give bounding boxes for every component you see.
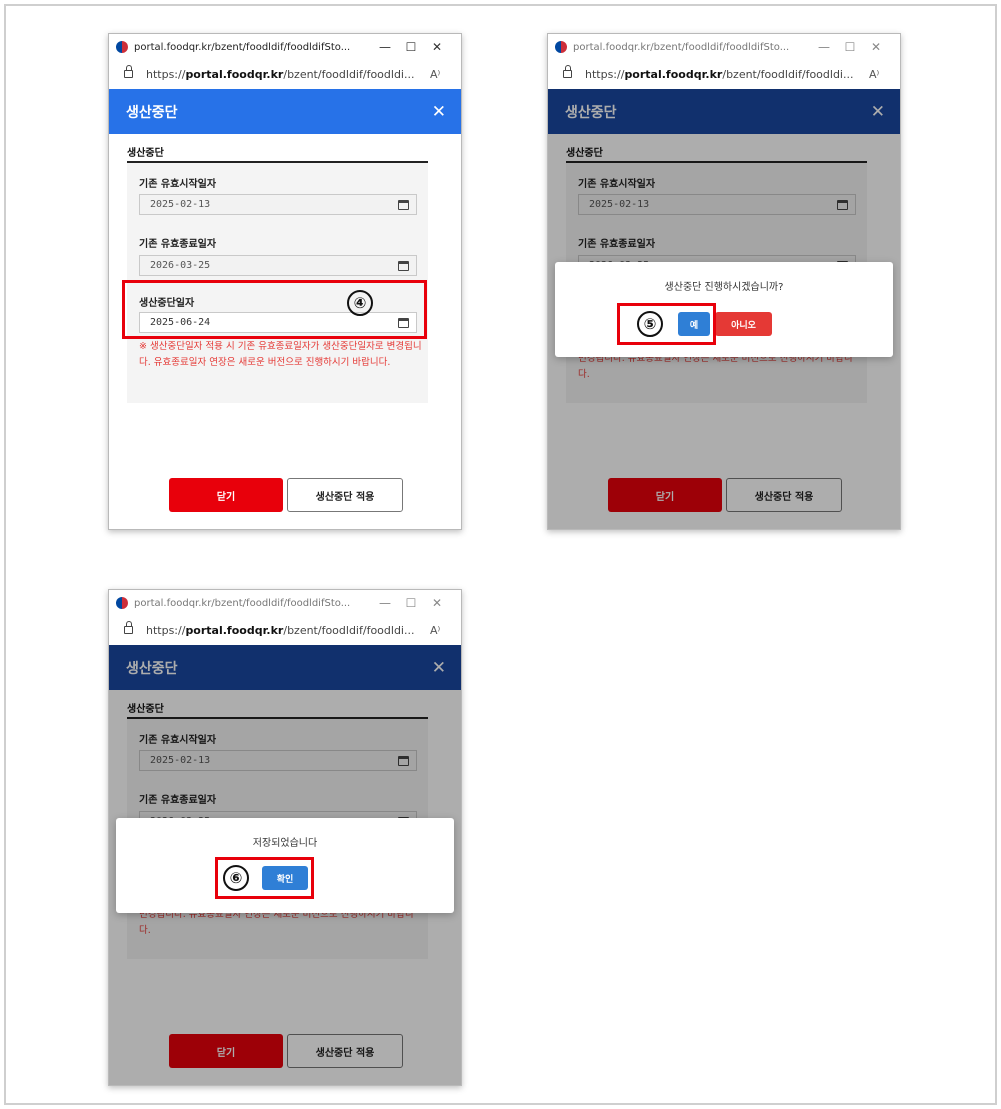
url-text[interactable]: https://portal.foodqr.kr/bzent/foodldif/… [146,624,426,637]
highlight-box-step-5 [617,303,716,345]
maximize-button[interactable]: ☐ [398,40,424,54]
site-favicon-icon [116,41,128,53]
address-bar[interactable]: https://portal.foodqr.kr/bzent/foodldif/… [109,60,461,88]
start-date-field: 2025-02-13 [139,194,417,215]
popup-title: 생산중단 [126,104,178,121]
minimize-button[interactable]: — [811,40,837,54]
popup-window-step-5: portal.foodqr.kr/bzent/foodldif/foodldif… [547,33,901,530]
close-button[interactable]: 닫기 [169,478,283,512]
window-close-button[interactable]: ✕ [424,596,450,610]
start-date-label: 기존 유효시작일자 [139,179,217,190]
confirm-message: 생산중단 진행하시겠습니까? [664,282,784,293]
end-date-field: 2026-03-25 [139,255,417,276]
browser-title: portal.foodqr.kr/bzent/foodldif/foodldif… [134,41,351,53]
browser-titlebar: portal.foodqr.kr/bzent/foodldif/foodldif… [548,34,900,60]
read-aloud-icon[interactable]: A⁾ [869,68,879,81]
section-title: 생산중단 [127,148,164,159]
step-number-6: ⑥ [223,865,249,891]
popup-window-step-4: portal.foodqr.kr/bzent/foodldif/foodldif… [108,33,462,530]
window-close-button[interactable]: ✕ [863,40,889,54]
address-bar[interactable]: https://portal.foodqr.kr/bzent/foodldif/… [109,616,461,644]
calendar-icon [398,200,409,210]
address-bar[interactable]: https://portal.foodqr.kr/bzent/foodldif/… [548,60,900,88]
lock-icon [124,621,133,634]
highlight-box-step-4 [122,280,427,339]
maximize-button[interactable]: ☐ [837,40,863,54]
read-aloud-icon[interactable]: A⁾ [430,624,440,637]
end-date-label: 기존 유효종료일자 [139,239,217,250]
calendar-icon [398,261,409,271]
popup-window-step-6: portal.foodqr.kr/bzent/foodldif/foodldif… [108,589,462,1086]
apply-stop-button[interactable]: 생산중단 적용 [287,478,403,512]
step-number-4: ④ [347,290,373,316]
popup-header: 생산중단 ✕ [109,89,461,134]
saved-dialog: 저장되었습니다 확인 ⑥ [116,818,454,913]
warning-text: ※ 생산중단일자 적용 시 기존 유효종료일자가 생산중단일자로 변경됩니다. … [139,341,422,368]
lock-icon [563,65,572,78]
minimize-button[interactable]: — [372,40,398,54]
window-close-button[interactable]: ✕ [424,40,450,54]
confirm-dialog: 생산중단 진행하시겠습니까? 예 아니오 ⑤ [555,262,893,357]
read-aloud-icon[interactable]: A⁾ [430,68,440,81]
lock-icon [124,65,133,78]
saved-message: 저장되었습니다 [252,838,318,849]
step-number-5: ⑤ [637,311,663,337]
url-text[interactable]: https://portal.foodqr.kr/bzent/foodldif/… [585,68,865,81]
browser-title: portal.foodqr.kr/bzent/foodldif/foodldif… [573,41,790,53]
site-favicon-icon [116,597,128,609]
site-favicon-icon [555,41,567,53]
browser-title: portal.foodqr.kr/bzent/foodldif/foodldif… [134,597,351,609]
popup-close-icon[interactable]: ✕ [432,102,446,122]
browser-titlebar: portal.foodqr.kr/bzent/foodldif/foodldif… [109,590,461,616]
browser-titlebar: portal.foodqr.kr/bzent/foodldif/foodldif… [109,34,461,60]
minimize-button[interactable]: — [372,596,398,610]
maximize-button[interactable]: ☐ [398,596,424,610]
no-button[interactable]: 아니오 [715,312,772,336]
url-text[interactable]: https://portal.foodqr.kr/bzent/foodldif/… [146,68,426,81]
